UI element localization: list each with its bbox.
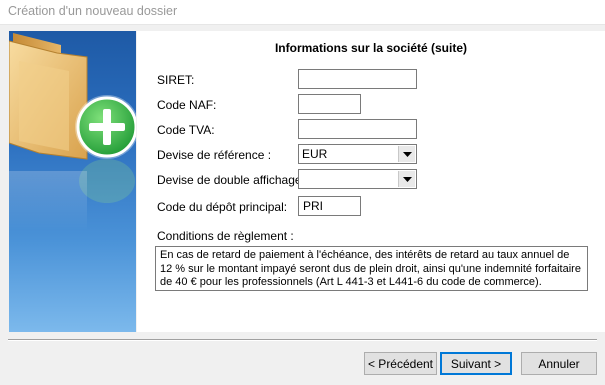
naf-label: Code NAF: — [157, 98, 217, 112]
wizard-page: Informations sur la société (suite) SIRE… — [137, 31, 605, 332]
devise-reference-value: EUR — [302, 147, 328, 161]
tva-input[interactable] — [298, 119, 417, 139]
next-button[interactable]: Suivant > — [440, 352, 512, 375]
wizard-banner — [9, 31, 136, 332]
page-title: Informations sur la société (suite) — [274, 41, 468, 55]
devise-reference-select[interactable]: EUR — [298, 144, 417, 164]
naf-input[interactable] — [298, 94, 361, 114]
chevron-down-icon[interactable] — [398, 146, 415, 162]
title-bar: Création d'un nouveau dossier — [0, 0, 605, 25]
depot-label: Code du dépôt principal: — [157, 200, 288, 214]
conditions-label: Conditions de règlement : — [157, 229, 294, 243]
depot-input[interactable]: PRI — [298, 196, 361, 216]
siret-input[interactable] — [298, 69, 417, 89]
siret-label: SIRET: — [157, 73, 195, 87]
conditions-textarea[interactable]: En cas de retard de paiement à l'échéanc… — [155, 246, 588, 291]
devise-reference-label: Devise de référence : — [157, 148, 272, 162]
devise-double-select[interactable] — [298, 169, 417, 189]
footer-divider — [8, 339, 597, 341]
devise-double-label: Devise de double affichage : — [157, 173, 309, 187]
cancel-button[interactable]: Annuler — [521, 352, 597, 375]
previous-button[interactable]: < Précédent — [364, 352, 437, 375]
folder-add-icon — [9, 33, 136, 231]
tva-label: Code TVA: — [157, 123, 215, 137]
chevron-down-icon[interactable] — [398, 171, 415, 187]
window-title: Création d'un nouveau dossier — [8, 4, 178, 18]
